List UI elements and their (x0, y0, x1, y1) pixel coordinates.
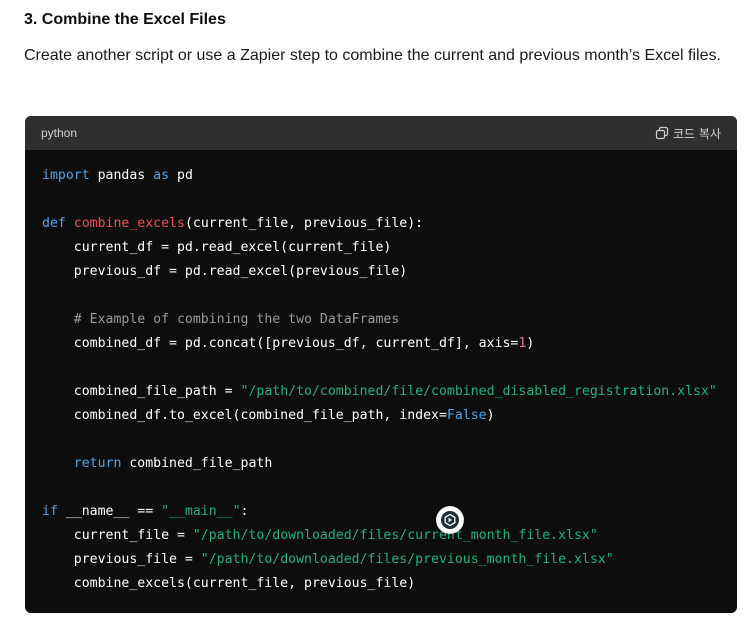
code-token: return (73, 456, 122, 471)
code-line: def combine_excels(current_file, previou… (42, 212, 717, 236)
code-line: combined_df.to_excel(combined_file_path,… (42, 404, 717, 428)
code-token: previous_df = pd.read_excel(previous_fil… (42, 264, 408, 279)
code-line: # Example of combining the two DataFrame… (42, 308, 717, 332)
code-token: __name__ == (57, 504, 162, 519)
code-token: ) (486, 408, 495, 423)
code-token: : (240, 504, 249, 519)
code-line: import pandas as pd (42, 164, 717, 188)
code-token: combine_excels (73, 216, 185, 231)
code-token: previous_file = (42, 552, 201, 567)
floating-assistant-button[interactable] (437, 507, 463, 533)
code-token: False (446, 408, 487, 423)
code-content: import pandas as pd def combine_excels(cu… (42, 164, 717, 596)
code-line: combined_df = pd.concat([previous_df, cu… (42, 332, 717, 356)
code-token: pd (169, 168, 193, 183)
code-token: as (153, 168, 170, 183)
section-heading: 3. Combine the Excel Files (24, 11, 226, 28)
code-token: # Example of combining the two DataFrame… (73, 312, 400, 327)
code-line: if __name__ == "__main__": (42, 500, 717, 524)
code-line: current_df = pd.read_excel(current_file) (42, 236, 717, 260)
code-line: previous_file = "/path/to/downloaded/fil… (42, 548, 717, 572)
code-line: current_file = "/path/to/downloaded/file… (42, 524, 717, 548)
code-block: python 코드 복사 import pandas as pd def comb… (25, 116, 737, 613)
code-token: combine_excels(current_file, previous_fi… (42, 576, 416, 591)
code-token: "/path/to/combined/file/combined_disable… (240, 384, 717, 399)
code-token: combined_file_path = (42, 384, 241, 399)
code-token: import (42, 168, 90, 183)
copy-code-button[interactable]: 코드 복사 (655, 125, 721, 142)
copy-code-label: 코드 복사 (673, 126, 721, 141)
code-line: previous_df = pd.read_excel(previous_fil… (42, 260, 717, 284)
code-line: combined_file_path = "/path/to/combined/… (42, 380, 717, 404)
code-line: return combined_file_path (42, 452, 717, 476)
code-token: combined_df.to_excel(combined_file_path,… (42, 408, 447, 423)
code-line: combine_excels(current_file, previous_fi… (42, 572, 717, 596)
code-header: python 코드 복사 (25, 116, 737, 150)
code-token: combined_file_path (121, 456, 273, 471)
code-token: current_file = (42, 528, 193, 543)
code-language-label: python (41, 126, 78, 140)
code-token: ) (526, 336, 535, 351)
code-token: "/path/to/downloaded/files/previous_mont… (200, 552, 614, 567)
section-description: Create another script or use a Zapier st… (24, 47, 721, 64)
code-token: "/path/to/downloaded/files/current_month… (192, 528, 598, 543)
code-token: def (42, 216, 66, 231)
code-token: combined_df = pd.concat([previous_df, cu… (42, 336, 519, 351)
code-token: "__main__" (161, 504, 241, 519)
code-token: if (42, 504, 58, 519)
copy-icon (655, 126, 669, 140)
code-token: pandas (89, 168, 154, 183)
assistant-icon (441, 511, 459, 529)
code-token: current_df = pd.read_excel(current_file) (42, 240, 392, 255)
code-token: (current_file, previous_file): (184, 216, 424, 231)
